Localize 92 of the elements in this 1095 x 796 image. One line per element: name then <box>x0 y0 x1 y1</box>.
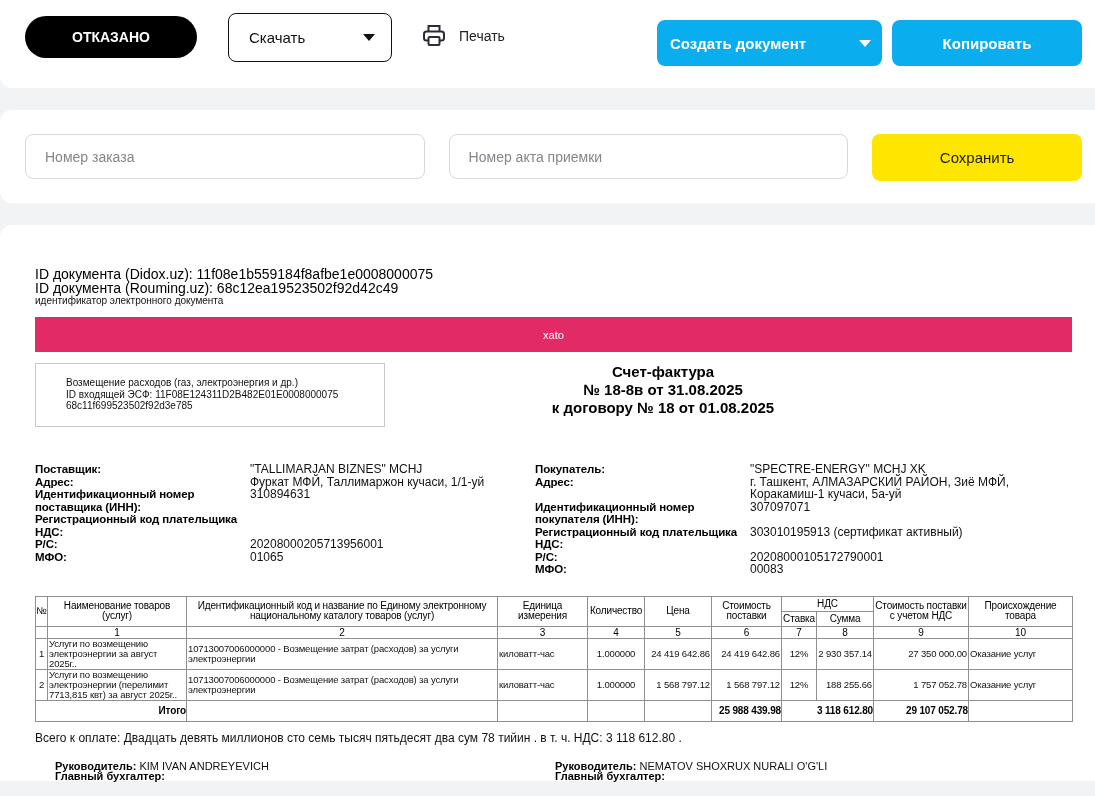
table-cell: Оказание услуг <box>968 669 1073 700</box>
document-id: ID документа (Rouming.uz): 68c12ea19523502f92d42c49 <box>35 281 400 295</box>
column-number: 2 <box>186 626 498 638</box>
field-label: Поставщик: <box>35 463 102 476</box>
field-value: г. Ташкент, АЛМАЗАРСКИЙ РАЙОН, Зиё МФЙ, Коракамиш-1 кучаси, 5а-уй <box>750 475 1010 501</box>
field-label: Адрес: <box>35 475 75 488</box>
contract-reference: к договору № 18 от 01.08.2025 <box>550 399 776 417</box>
error-banner: xato <box>35 317 1072 352</box>
field-value: 303010195913 (сертификат активный) <box>750 525 964 541</box>
table-cell: 1.000000 <box>587 669 645 700</box>
column-header: НДС <box>781 596 874 611</box>
info-text: Возмещение расходов (газ, электроэнергия и др.) <box>66 377 299 389</box>
info-text: 68c11f699523502f92d3e785 <box>66 400 194 412</box>
field-value: 20208000205713956001 <box>250 538 385 551</box>
total-amount-text: Всего к оплате: Двадцать девять миллионов сто семь тысяч пятьдесят два сум 78 тийин . в т. ч. НДС: 3 118 612.80 . <box>35 730 683 745</box>
field-label: Адрес: <box>535 475 575 490</box>
column-number: 4 <box>587 626 645 638</box>
table-cell: киловатт-час <box>497 638 588 669</box>
field-value: 307097071 <box>750 500 811 516</box>
table-cell: 12% <box>781 638 817 669</box>
table-cell: Услуги по возмещению электроэнергии (перелимит 7713,815 квт) за август 2025г.. <box>47 669 187 700</box>
input-field[interactable]: Номер заказа <box>25 134 425 179</box>
invoice-title: Счет-фактура <box>610 363 716 381</box>
column-number: 3 <box>497 626 588 638</box>
info-text: ID входящей ЭСФ: 11F08E124311D2B482E01E0008000075 <box>66 388 340 400</box>
save-button[interactable]: Сохранить <box>872 134 1082 181</box>
caret-icon <box>363 34 375 41</box>
table-cell: 25 988 439.98 <box>711 700 782 721</box>
field-value: "TALLIMARJAN BIZNES" MCHJ <box>250 463 424 476</box>
column-header: Сумма <box>816 611 874 626</box>
table-cell: 10713007006000000 - Возмещение затрат (расходов) за услуги электроэнергии <box>186 638 498 669</box>
signature-line: Руководитель: NEMATOV SHOXRUX NURALI O'G'LI <box>555 760 829 771</box>
field-label: Р/С: <box>35 538 59 551</box>
column-number: 5 <box>644 626 712 638</box>
column-header: № <box>35 596 48 626</box>
field-value: 00083 <box>750 563 785 576</box>
table-cell: 2 930 357.14 <box>816 638 874 669</box>
field-label: Покупатель: <box>535 463 606 476</box>
column-number: 10 <box>968 626 1073 638</box>
printer-icon <box>423 25 445 46</box>
table-cell: 1 568 797.12 <box>711 669 782 700</box>
print-button[interactable]: Печать <box>423 25 505 46</box>
field-label: Регистрационный код плательщика НДС: <box>35 513 239 538</box>
column-header: Единица измерения <box>497 596 588 626</box>
table-cell: 27 350 000.00 <box>873 638 969 669</box>
table-cell: 3 118 612.80 <box>781 700 874 721</box>
column-header: Стоимость поставки с учетом НДС <box>873 596 969 626</box>
column-header: Идентификационный код и название по Единому электронному национальному каталогу товаров (услуг) <box>186 596 498 626</box>
column-number: 6 <box>711 626 782 638</box>
caret-icon <box>859 39 871 47</box>
table-cell: 1.000000 <box>587 638 645 669</box>
invoice-number: № 18-8в от 31.08.2025 <box>582 381 744 399</box>
column-header: Наименование товаров (услуг) <box>47 596 187 626</box>
column-header: Ставка <box>781 611 817 626</box>
table-cell: 24 419 642.86 <box>711 638 782 669</box>
column-header: Происхождение товара <box>968 596 1073 626</box>
table-cell: 188 255.66 <box>816 669 874 700</box>
status-badge: ОТКАЗАНО <box>25 16 197 58</box>
column-header: Стоимость поставки <box>711 596 782 626</box>
field-label: Идентификационный номер покупателя (ИНН): <box>535 500 696 526</box>
field-value: 20208000105172790001 <box>750 550 885 563</box>
field-value: Фуркат МФЙ, Таллимаржон кучаси, 1/1-уй <box>250 475 486 488</box>
table-cell: 12% <box>781 669 817 700</box>
table-cell: 1 <box>35 638 48 669</box>
table-cell: Услуги по возмещению электроэнергии за август 2025г.. <box>47 638 187 669</box>
table-cell: киловатт-час <box>497 669 588 700</box>
table-cell: 2 <box>35 669 48 700</box>
column-number: 1 <box>47 626 187 638</box>
column-number: 8 <box>816 626 874 638</box>
table-cell: 1 568 797.12 <box>644 669 712 700</box>
field-label: МФО: <box>35 550 68 563</box>
total-label: Итого <box>35 700 187 721</box>
column-header: Цена <box>644 596 712 626</box>
table-cell: 10713007006000000 - Возмещение затрат (расходов) за услуги электроэнергии <box>186 669 498 700</box>
table-cell: 24 419 642.86 <box>644 638 712 669</box>
field-label: Идентификационный номер поставщика (ИНН): <box>35 488 196 513</box>
document-id-caption: идентификатор электронного документа <box>35 295 225 307</box>
input-field[interactable]: Номер акта приемки <box>448 134 849 179</box>
column-header: Количество <box>587 596 645 626</box>
table-cell: 29 107 052.78 <box>873 700 969 721</box>
field-label: МФО: <box>535 563 568 576</box>
field-value: 310894631 <box>250 488 311 503</box>
field-label: Р/С: <box>535 550 559 563</box>
field-value: 01065 <box>250 550 285 563</box>
download-dropdown[interactable]: Скачать <box>228 13 392 62</box>
signature-line: Руководитель: KIM IVAN ANDREYEVICH <box>55 760 270 771</box>
column-number: 9 <box>873 626 969 638</box>
table-cell: 1 757 052.78 <box>873 669 969 700</box>
document-id: ID документа (Didox.uz): 11f08e1b559184f8afbe1e0008000075 <box>35 267 435 281</box>
table-cell: Оказание услуг <box>968 638 1073 669</box>
column-number: 7 <box>781 626 817 638</box>
field-label: Регистрационный код плательщика НДС: <box>535 525 739 551</box>
